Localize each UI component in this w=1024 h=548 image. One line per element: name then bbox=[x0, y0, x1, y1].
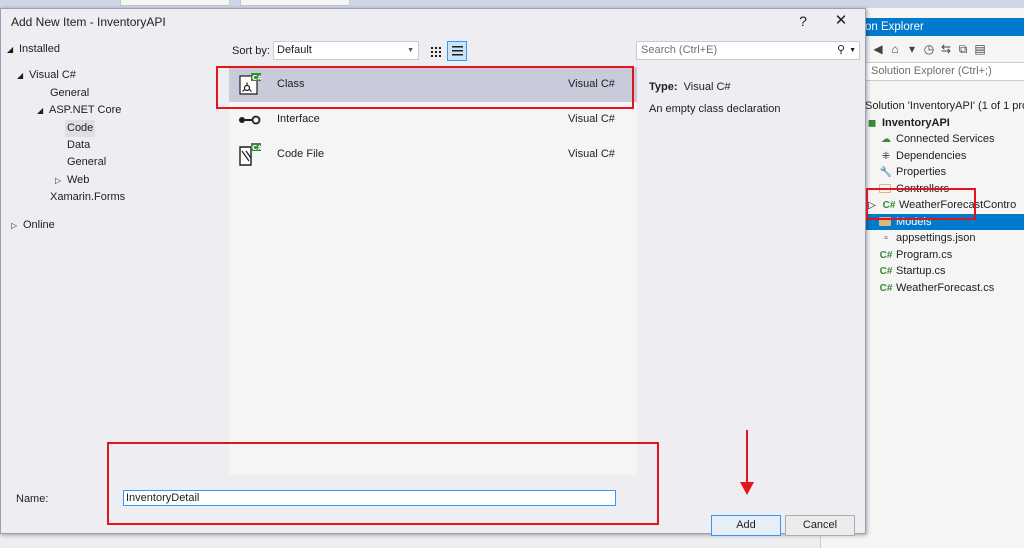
code-file-icon: C# bbox=[239, 143, 261, 166]
tree-item-label: Properties bbox=[896, 166, 947, 178]
home-icon[interactable]: ⌂ bbox=[888, 41, 902, 57]
tree-node-installed[interactable]: ◢ Installed bbox=[7, 41, 60, 58]
tree-node-web[interactable]: ▷ Web bbox=[55, 172, 89, 189]
tree-item-startup[interactable]: C# Startup.cs bbox=[865, 263, 1024, 280]
project-icon: ◼ bbox=[867, 117, 877, 129]
tree-item-appsettings[interactable]: ▫ appsettings.json bbox=[865, 230, 1024, 247]
solution-explorer-search[interactable]: Solution Explorer (Ctrl+;) bbox=[865, 62, 1024, 81]
tree-item-label: Dependencies bbox=[896, 149, 967, 162]
tree-node-label: Data bbox=[67, 139, 91, 151]
annotation-arrow bbox=[746, 430, 748, 486]
sort-by-dropdown[interactable]: Default ▼ bbox=[273, 41, 419, 60]
template-search-input[interactable]: Search (Ctrl+E) ⚲ ▼ bbox=[636, 41, 860, 60]
wrench-icon: 🔧 bbox=[879, 167, 893, 178]
collapse-all-icon[interactable]: ⧉ bbox=[956, 41, 970, 57]
tree-node-label: Online bbox=[23, 219, 55, 231]
tree-item-label: Connected Services bbox=[896, 133, 995, 145]
annotation-box-name bbox=[107, 442, 659, 525]
close-button[interactable]: ✕ bbox=[829, 11, 853, 31]
chevron-down-icon: ▼ bbox=[849, 47, 856, 54]
annotation-box-models bbox=[866, 188, 976, 220]
tree-node-label: Visual C# bbox=[29, 69, 76, 81]
annotation-box-class bbox=[216, 66, 634, 109]
sort-by-value: Default bbox=[277, 44, 312, 56]
tree-node-general[interactable]: General bbox=[50, 85, 89, 102]
add-button[interactable]: Add bbox=[711, 515, 781, 536]
chevron-down-icon: ▼ bbox=[407, 47, 414, 54]
collapse-arrow-icon: ◢ bbox=[17, 71, 24, 80]
tree-node-label: Xamarin.Forms bbox=[50, 191, 126, 203]
interface-icon bbox=[239, 115, 261, 125]
sync-icon[interactable]: ⇆ bbox=[939, 41, 953, 57]
annotation-arrow-head bbox=[740, 482, 754, 495]
dialog-title: Add New Item - InventoryAPI bbox=[11, 15, 166, 29]
template-name: Code File bbox=[277, 148, 325, 160]
tree-node-aspnet-core[interactable]: ◢ ASP.NET Core bbox=[37, 102, 121, 119]
help-button[interactable]: ? bbox=[793, 11, 813, 31]
cancel-button[interactable]: Cancel bbox=[785, 515, 855, 536]
tree-node-general-2[interactable]: General bbox=[67, 154, 106, 171]
svg-text:C#: C# bbox=[252, 144, 261, 152]
csharp-file-icon: C# bbox=[879, 266, 893, 277]
ide-document-tab[interactable] bbox=[240, 0, 350, 6]
tree-node-xamarin-forms[interactable]: Xamarin.Forms bbox=[50, 189, 125, 206]
cloud-icon: ☁ bbox=[881, 134, 891, 145]
template-item-code-file[interactable]: C# Code File Visual C# bbox=[229, 137, 637, 172]
tree-node-online[interactable]: ▷ Online bbox=[11, 217, 55, 234]
tree-node-label: General bbox=[67, 156, 107, 168]
tree-item-program[interactable]: C# Program.cs bbox=[865, 247, 1024, 264]
template-name: Interface bbox=[277, 113, 320, 125]
ide-document-tab[interactable] bbox=[120, 0, 230, 6]
tree-item-dependencies[interactable]: ⁜ Dependencies bbox=[865, 148, 1024, 165]
tree-item-connected-services[interactable]: ☁ Connected Services bbox=[865, 131, 1024, 148]
expand-arrow-icon: ▷ bbox=[55, 176, 62, 185]
tree-item-properties[interactable]: 🔧 Properties bbox=[865, 164, 1024, 181]
tree-item-label: appsettings.json bbox=[896, 232, 976, 244]
tree-node-label: ASP.NET Core bbox=[49, 104, 122, 116]
search-placeholder: Search (Ctrl+E) bbox=[641, 44, 718, 56]
tree-node-label: Installed bbox=[19, 43, 60, 55]
list-view-button[interactable] bbox=[447, 41, 467, 61]
tree-item-label: Startup.cs bbox=[896, 265, 946, 277]
name-label: Name: bbox=[16, 493, 49, 505]
tree-node-label: Web bbox=[67, 174, 90, 186]
collapse-arrow-icon: ◢ bbox=[7, 45, 14, 54]
project-label: InventoryAPI bbox=[882, 116, 950, 129]
tree-node-code[interactable]: Code bbox=[65, 120, 96, 137]
medium-icons-view-button[interactable] bbox=[425, 41, 445, 61]
solution-explorer-toolbar: ◀ ⌂ ▾ ◷ ⇆ ⧉ ▤ bbox=[865, 38, 1024, 60]
project-node[interactable]: ◼ InventoryAPI bbox=[865, 115, 1024, 132]
template-language: Visual C# bbox=[568, 148, 615, 160]
template-list: C# Class Visual C# Interface Visual C# C… bbox=[229, 67, 637, 475]
list-view-icon bbox=[451, 45, 463, 57]
search-icon: ⚲ bbox=[836, 44, 845, 56]
sort-by-label: Sort by: bbox=[232, 45, 270, 57]
history-icon[interactable]: ◷ bbox=[922, 41, 936, 57]
solution-label: Solution 'InventoryAPI' (1 of 1 pro bbox=[865, 100, 1024, 112]
tree-node-label: General bbox=[50, 87, 90, 99]
back-icon[interactable]: ◀ bbox=[871, 41, 885, 57]
expand-arrow-icon: ▷ bbox=[11, 221, 18, 230]
tree-node-data[interactable]: Data bbox=[67, 137, 90, 154]
csharp-file-icon: C# bbox=[879, 282, 893, 294]
template-description: An empty class declaration bbox=[649, 103, 781, 115]
show-all-files-icon[interactable]: ▤ bbox=[973, 41, 987, 57]
solution-node[interactable]: Solution 'InventoryAPI' (1 of 1 pro bbox=[865, 98, 1024, 115]
tree-item-label: WeatherForecast.cs bbox=[896, 281, 995, 294]
dependencies-icon: ⁜ bbox=[881, 150, 891, 162]
tree-node-visual-csharp[interactable]: ◢ Visual C# bbox=[17, 67, 76, 84]
tree-item-weatherforecast[interactable]: C# WeatherForecast.cs bbox=[865, 280, 1024, 297]
template-language: Visual C# bbox=[568, 113, 615, 125]
type-label: Type: bbox=[649, 81, 678, 93]
csharp-file-icon: C# bbox=[879, 249, 893, 261]
type-value: Visual C# bbox=[683, 81, 731, 93]
vs-switch-views-icon[interactable]: ▾ bbox=[905, 41, 919, 57]
template-type: Type: Visual C# bbox=[649, 81, 731, 93]
json-file-icon: ▫ bbox=[884, 233, 888, 244]
grid-view-icon bbox=[429, 45, 441, 57]
tree-node-label: Code bbox=[67, 122, 94, 134]
tree-item-label: Program.cs bbox=[896, 248, 953, 261]
collapse-arrow-icon: ◢ bbox=[37, 106, 44, 115]
